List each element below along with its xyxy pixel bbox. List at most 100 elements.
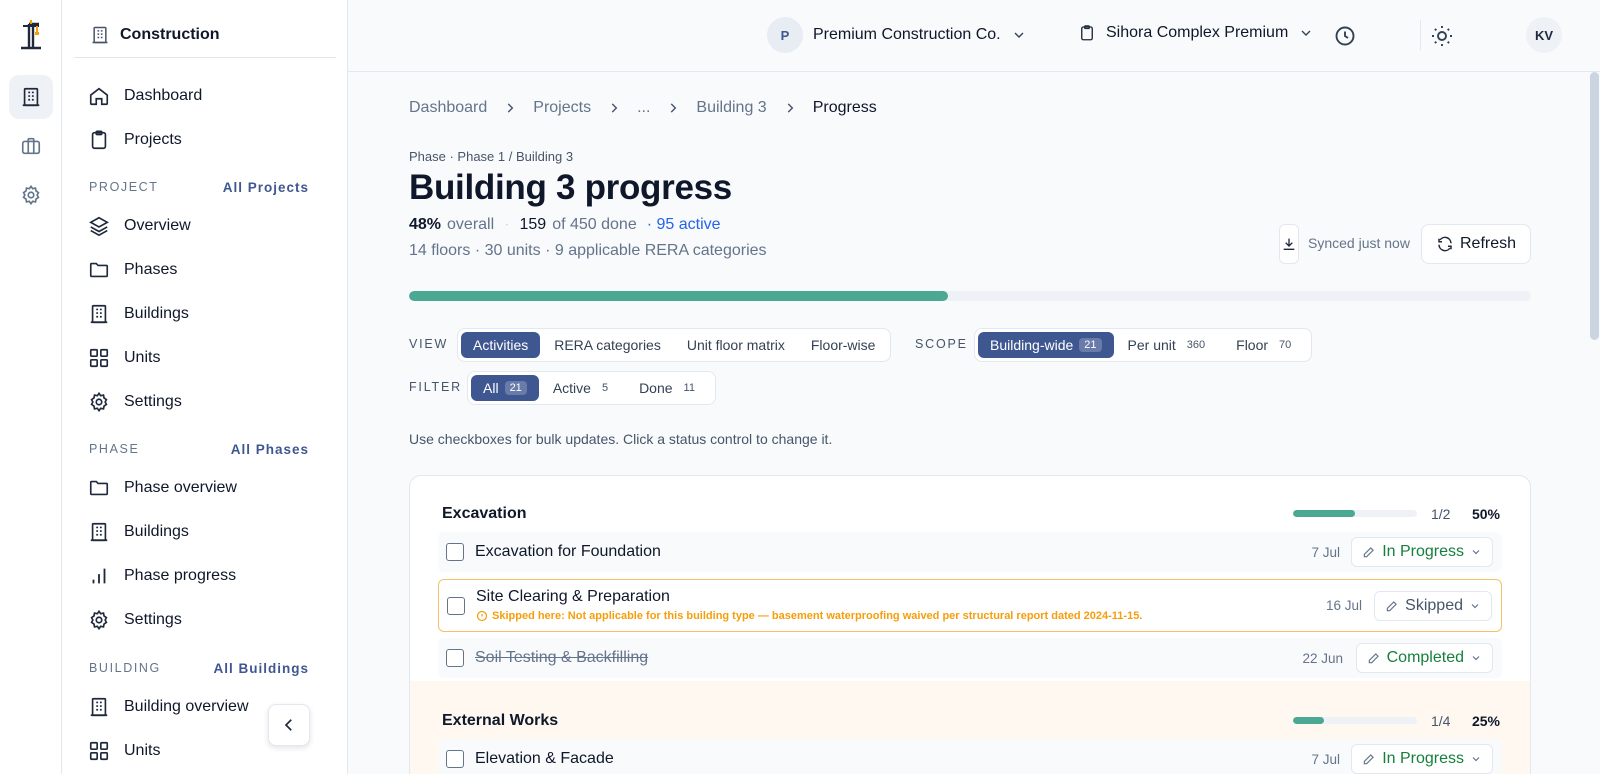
row-checkbox[interactable] [446, 750, 464, 768]
activity-row[interactable]: Elevation & Facade 7 Jul In Progress [438, 739, 1502, 774]
scope-floor[interactable]: Floor 70 [1224, 332, 1308, 358]
activity-row-skipped[interactable]: Site Clearing & Preparation Skipped here… [438, 579, 1502, 632]
group-header-external-works[interactable]: External Works 1/4 25% [442, 709, 1500, 733]
overall-percent: 48% [409, 216, 442, 233]
section-label: BUILDING [89, 661, 161, 675]
overall-label: overall [447, 216, 495, 233]
view-rera-categories[interactable]: RERA categories [542, 332, 673, 358]
building-section-header: BUILDING All Buildings [89, 661, 309, 676]
scope-per-unit[interactable]: Per unit 360 [1116, 332, 1223, 358]
collapse-sidebar-button[interactable] [268, 704, 310, 746]
organization-switcher[interactable]: P Premium Construction Co. [767, 17, 1027, 53]
group-fraction: 1/2 [1431, 506, 1451, 522]
sidebar-item-label: Units [124, 349, 161, 366]
breadcrumb-current: Progress [812, 99, 877, 116]
project-switcher[interactable]: Sihora Complex Premium [1078, 24, 1314, 42]
grid-icon [89, 348, 109, 368]
active-count[interactable]: · 95 active [647, 216, 721, 234]
scope-building-wide[interactable]: Building-wide 21 [978, 332, 1114, 358]
sidebar-item-phase-buildings[interactable]: Buildings [88, 512, 328, 552]
sidebar-item-label: Building overview [124, 698, 249, 715]
sidebar-item-phase-overview[interactable]: Phase overview [88, 468, 328, 508]
page-title: Building 3 progress [409, 168, 732, 207]
status-control[interactable]: Completed [1355, 643, 1493, 673]
chevron-down-icon [1472, 550, 1480, 555]
sidebar-item-overview[interactable]: Overview [88, 206, 328, 246]
activity-name: Excavation for Foundation [475, 543, 661, 560]
breadcrumb-building[interactable]: Building 3 [696, 99, 766, 117]
row-checkbox[interactable] [446, 649, 464, 667]
gear-icon [90, 609, 108, 631]
filter-active[interactable]: Active 5 [541, 375, 625, 401]
sidebar-item-buildings[interactable]: Buildings [88, 294, 328, 334]
project-section-header: PROJECT All Projects [89, 180, 309, 195]
row-checkbox[interactable] [446, 543, 464, 561]
all-phases-link[interactable]: All Phases [231, 442, 309, 457]
home-icon [89, 87, 109, 106]
user-avatar[interactable]: KV [1526, 17, 1562, 53]
history-icon[interactable] [1333, 24, 1357, 48]
group-title: Excavation [442, 505, 527, 522]
pencil-icon [1386, 601, 1398, 612]
gear-icon [22, 184, 40, 206]
view-activities[interactable]: Activities [461, 332, 541, 358]
filter-label: FILTER [409, 380, 462, 394]
count-badge: 21 [504, 381, 527, 395]
breadcrumb-projects[interactable]: Projects [533, 99, 591, 117]
download-button[interactable] [1279, 224, 1299, 264]
refresh-icon [1438, 236, 1452, 252]
project-name: Sihora Complex Premium [1106, 24, 1289, 41]
filter-done[interactable]: Done 11 [627, 375, 712, 401]
row-checkbox[interactable] [447, 597, 465, 615]
activity-date: 7 Jul [1311, 545, 1340, 560]
filter-option-label: All [483, 380, 499, 396]
breadcrumb-ellipsis[interactable]: ... [637, 99, 650, 117]
sidebar-item-label: Phase overview [124, 479, 237, 496]
sidebar-item-label: Settings [124, 393, 182, 410]
refresh-button[interactable]: Refresh [1421, 224, 1531, 264]
sidebar-item-label: Phases [124, 261, 178, 278]
view-unit-floor-matrix[interactable]: Unit floor matrix [675, 332, 797, 358]
chevron-down-icon [1472, 656, 1480, 661]
all-buildings-link[interactable]: All Buildings [214, 661, 310, 676]
bar-chart-icon [92, 568, 106, 584]
sidebar-item-projects[interactable]: Projects [88, 120, 328, 160]
sidebar-item-phases[interactable]: Phases [88, 250, 328, 290]
sidebar-item-settings[interactable]: Settings [88, 382, 328, 422]
group-header-excavation[interactable]: Excavation 1/2 50% [442, 502, 1500, 526]
sidebar-item-phase-progress[interactable]: Phase progress [88, 556, 328, 596]
briefcase-icon [21, 137, 41, 155]
clipboard-icon [91, 130, 107, 150]
sidebar-item-phase-settings[interactable]: Settings [88, 600, 328, 640]
activity-row-completed[interactable]: Soil Testing & Backfilling 22 Jun Comple… [438, 638, 1502, 678]
status-control[interactable]: In Progress [1351, 537, 1493, 567]
rail-settings-button[interactable] [9, 173, 53, 217]
stats-separator: · [504, 216, 510, 233]
chevron-down-icon [1471, 604, 1479, 609]
sun-icon[interactable] [1430, 24, 1454, 48]
breadcrumb-dashboard[interactable]: Dashboard [409, 99, 487, 117]
chevron-right-icon [611, 103, 618, 113]
status-control[interactable]: In Progress [1351, 744, 1493, 774]
chevron-right-icon [671, 103, 677, 113]
filter-all[interactable]: All 21 [471, 375, 539, 401]
folder-icon [89, 262, 109, 278]
main-scrollbar[interactable] [1590, 72, 1599, 340]
view-floor-wise[interactable]: Floor-wise [799, 332, 888, 358]
folder-icon [89, 480, 109, 496]
sidebar-item-units[interactable]: Units [88, 338, 328, 378]
scope-option-label: Building-wide [990, 337, 1074, 353]
all-projects-link[interactable]: All Projects [223, 180, 309, 195]
rail-buildings-button[interactable] [9, 75, 53, 119]
activity-row[interactable]: Excavation for Foundation 7 Jul In Progr… [438, 532, 1502, 572]
icon-rail [0, 0, 62, 774]
sidebar-item-dashboard[interactable]: Dashboard [88, 76, 328, 116]
filter-toggle: All 21 Active 5 Done 11 [467, 371, 716, 405]
sidebar-title: Construction [120, 25, 220, 43]
scope-option-label: Floor [1236, 337, 1269, 353]
rail-briefcase-button[interactable] [9, 124, 53, 168]
status-control[interactable]: Skipped [1374, 591, 1492, 621]
sidebar-item-label: Units [124, 742, 161, 759]
count-badge: 70 [1279, 339, 1292, 351]
crane-logo-icon[interactable] [17, 18, 45, 50]
